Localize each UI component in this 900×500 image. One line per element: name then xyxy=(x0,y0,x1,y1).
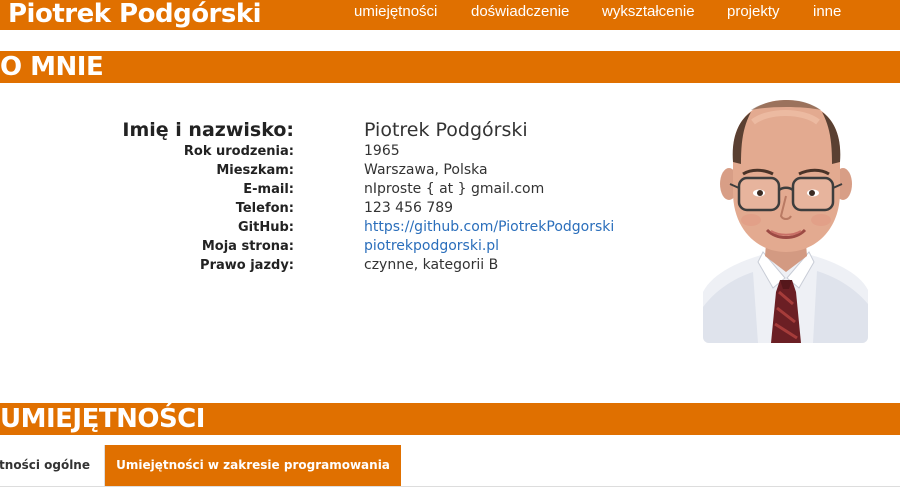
about-section-title: O MNIE xyxy=(0,52,104,82)
nav-link-skills[interactable]: umiejętności xyxy=(354,0,437,24)
profile-photo xyxy=(703,92,868,343)
info-label-driving-license: Prawo jazdy: xyxy=(200,258,294,273)
info-label-email: E-mail: xyxy=(243,182,294,197)
tabs-divider xyxy=(0,486,900,487)
nav-link-education[interactable]: wykształcenie xyxy=(602,0,695,24)
info-label-name: Imię i nazwisko: xyxy=(122,119,294,141)
info-label-birth-year: Rok urodzenia: xyxy=(183,144,294,159)
site-brand[interactable]: Piotrek Podgórski xyxy=(8,0,262,31)
info-label-github: GitHub: xyxy=(238,220,294,235)
info-value-driving-license: czynne, kategorii B xyxy=(364,257,499,273)
top-navbar: Piotrek Podgórski umiejętności doświadcz… xyxy=(0,0,900,30)
github-link[interactable]: https://github.com/PiotrekPodgorski xyxy=(364,218,614,237)
info-value-name: Piotrek Podgórski xyxy=(364,119,528,141)
nav-link-projects[interactable]: projekty xyxy=(727,0,780,24)
info-value-birth-year: 1965 xyxy=(364,143,400,159)
skills-section-title: UMIEJĘTNOŚCI xyxy=(0,404,205,434)
skills-section-header: UMIEJĘTNOŚCI xyxy=(0,403,900,435)
nav-link-other[interactable]: inne xyxy=(813,0,841,24)
tab-general-skills[interactable]: Umiejętności ogólne xyxy=(0,445,105,486)
tab-general-skills-label: Umiejętności ogólne xyxy=(0,458,90,472)
info-label-website: Moja strona: xyxy=(201,239,294,254)
info-value-email: nIproste { at } gmail.com xyxy=(364,181,545,197)
info-label-phone: Telefon: xyxy=(235,201,294,216)
info-label-location: Mieszkam: xyxy=(216,163,294,178)
info-value-phone: 123 456 789 xyxy=(364,200,454,216)
info-value-location: Warszawa, Polska xyxy=(364,162,488,178)
tab-programming-skills-label: Umiejętności w zakresie programowania xyxy=(116,458,390,472)
nav-link-experience[interactable]: doświadczenie xyxy=(471,0,569,24)
website-link[interactable]: piotrekpodgorski.pl xyxy=(364,237,499,256)
tab-programming-skills[interactable]: Umiejętności w zakresie programowania xyxy=(105,445,401,486)
about-section-header: O MNIE xyxy=(0,51,900,83)
